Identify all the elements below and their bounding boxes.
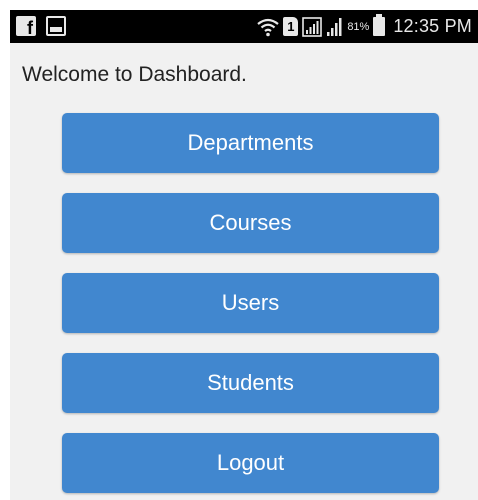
departments-button[interactable]: Departments [62, 113, 439, 173]
courses-button[interactable]: Courses [62, 193, 439, 253]
dashboard-screen: Welcome to Dashboard. Departments Course… [10, 43, 478, 500]
message-icon [46, 16, 66, 36]
wifi-icon [257, 18, 279, 36]
signal-icon [302, 16, 323, 37]
clock: 12:35 PM [393, 16, 472, 36]
battery-percent: 81% [347, 20, 370, 33]
battery-icon [373, 14, 386, 36]
users-button[interactable]: Users [62, 273, 439, 333]
system-icons: 1 81% 12:35 PM [257, 13, 472, 40]
students-button[interactable]: Students [62, 353, 439, 413]
signal-icon [327, 17, 342, 36]
notification-icons: f [16, 16, 66, 37]
facebook-icon: f [16, 16, 36, 37]
sim-icon: 1 [283, 17, 299, 36]
logout-button[interactable]: Logout [62, 433, 439, 493]
welcome-text: Welcome to Dashboard. [22, 63, 247, 86]
status-bar: f 1 81% 12:35 PM [10, 10, 478, 43]
